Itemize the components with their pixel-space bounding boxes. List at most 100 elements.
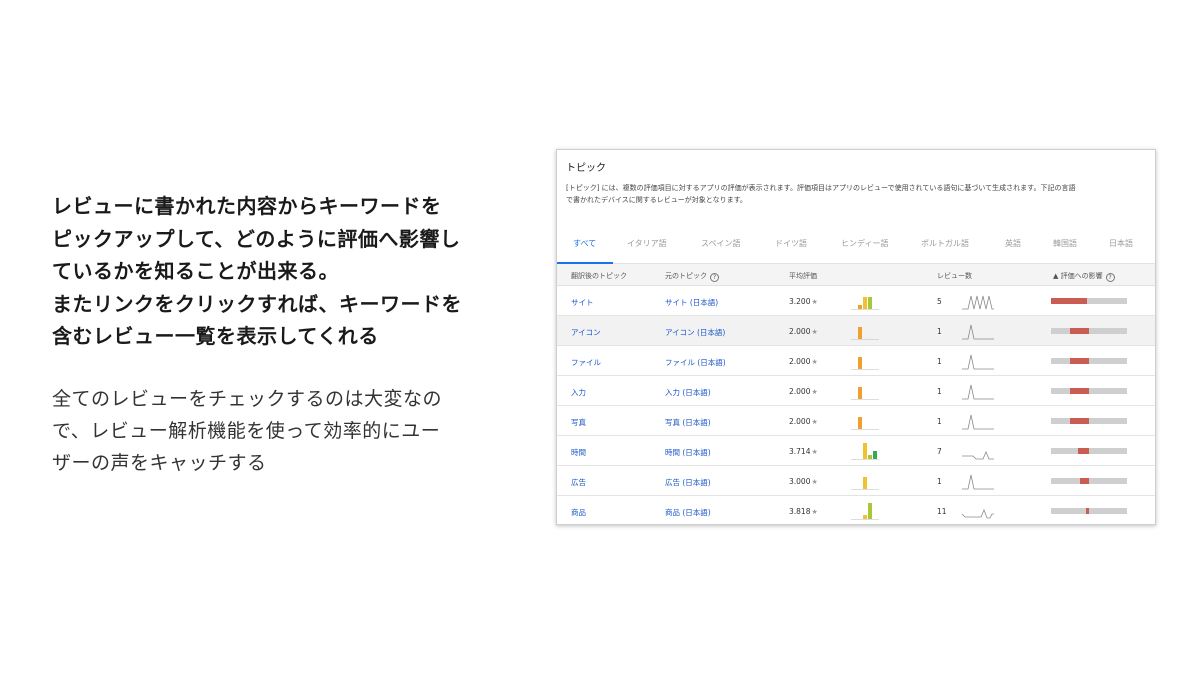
rating-bar bbox=[858, 357, 862, 369]
tab-english[interactable]: 英語 bbox=[1005, 238, 1021, 249]
header-rating-impact[interactable]: ▲ 評価への影響? bbox=[1053, 271, 1115, 282]
headline-line: ピックアップして、どのように評価へ影響し bbox=[52, 226, 461, 251]
rating-impact-fill bbox=[1070, 328, 1089, 334]
review-count: 5 bbox=[937, 297, 942, 306]
rating-impact-bar bbox=[1051, 328, 1127, 334]
table-row: ファイル ファイル (日本語) 2.000★ 1 bbox=[557, 346, 1155, 376]
tab-portuguese[interactable]: ポルトガル語 bbox=[921, 238, 969, 249]
original-topic-link[interactable]: アイコン (日本語) bbox=[665, 327, 725, 338]
translated-topic-link[interactable]: アイコン bbox=[571, 327, 601, 338]
review-trend-sparkline bbox=[962, 450, 994, 460]
tab-all[interactable]: すべて bbox=[573, 238, 596, 249]
review-trend-sparkline bbox=[962, 384, 994, 400]
table-row: 商品 商品 (日本語) 3.818★ 11 bbox=[557, 496, 1155, 524]
tab-german[interactable]: ドイツ語 bbox=[775, 238, 807, 249]
header-original-topic: 元のトピック? bbox=[665, 271, 719, 282]
tab-korean[interactable]: 韓国語 bbox=[1053, 238, 1077, 249]
average-rating: 3.818★ bbox=[789, 507, 818, 516]
translated-topic-link[interactable]: 写真 bbox=[571, 417, 586, 428]
table-row: 写真 写真 (日本語) 2.000★ 1 bbox=[557, 406, 1155, 436]
header-average-rating: 平均評価 bbox=[789, 272, 817, 280]
language-tabs: すべて イタリア語 スペイン語 ドイツ語 ヒンディー語 ポルトガル語 英語 韓国… bbox=[557, 226, 1155, 264]
original-topic-link[interactable]: ファイル (日本語) bbox=[665, 357, 726, 368]
review-count: 1 bbox=[937, 327, 942, 336]
panel-description-line: で書かれたデバイスに関するレビューが対象となります。 bbox=[566, 196, 747, 204]
review-count: 1 bbox=[937, 387, 942, 396]
rating-impact-bar bbox=[1051, 298, 1127, 304]
help-icon[interactable]: ? bbox=[1105, 273, 1115, 282]
rating-impact-bar bbox=[1051, 358, 1127, 364]
original-topic-link[interactable]: 時間 (日本語) bbox=[665, 447, 711, 458]
topic-table-body: サイト サイト (日本語) 3.200★ 5 アイコン アイコン (日本語) 2.000★ 1… bbox=[557, 286, 1155, 524]
average-rating: 2.000★ bbox=[789, 387, 818, 396]
tab-italian[interactable]: イタリア語 bbox=[627, 238, 667, 249]
subtext: 全てのレビューをチェックするのは大変なの で、レビュー解析機能を使って効率的にユ… bbox=[52, 383, 522, 479]
rating-impact-fill bbox=[1051, 298, 1088, 304]
table-row: 入力 入力 (日本語) 2.000★ 1 bbox=[557, 376, 1155, 406]
rating-bar bbox=[873, 451, 877, 459]
tab-hindi[interactable]: ヒンディー語 bbox=[841, 238, 888, 249]
translated-topic-link[interactable]: 広告 bbox=[571, 477, 586, 488]
average-rating-value: 2.000 bbox=[789, 417, 811, 426]
rating-bar bbox=[863, 443, 867, 459]
average-rating-value: 2.000 bbox=[789, 357, 811, 366]
star-icon: ★ bbox=[811, 298, 818, 306]
original-topic-link[interactable]: サイト (日本語) bbox=[665, 297, 718, 308]
subtext-line: で、レビュー解析機能を使って効率的にユー bbox=[52, 419, 441, 442]
rating-bar bbox=[863, 477, 867, 489]
rating-impact-bar bbox=[1051, 448, 1127, 454]
rating-bar bbox=[863, 515, 867, 519]
rating-distribution-chart bbox=[851, 417, 879, 430]
translated-topic-link[interactable]: ファイル bbox=[571, 357, 601, 368]
subtext-line: ザーの声をキャッチする bbox=[52, 451, 267, 474]
rating-impact-bar bbox=[1051, 418, 1127, 424]
review-trend-sparkline bbox=[961, 508, 994, 519]
rating-bar bbox=[858, 417, 862, 429]
table-row: サイト サイト (日本語) 3.200★ 5 bbox=[557, 286, 1155, 316]
rating-distribution-chart bbox=[851, 443, 879, 460]
average-rating-value: 2.000 bbox=[789, 327, 811, 336]
translated-topic-link[interactable]: 時間 bbox=[571, 447, 586, 458]
average-rating-value: 3.000 bbox=[789, 477, 811, 486]
rating-bar bbox=[868, 503, 872, 519]
help-icon[interactable]: ? bbox=[710, 273, 719, 282]
headline-line: またリンクをクリックすれば、キーワードを bbox=[52, 291, 462, 316]
average-rating: 3.000★ bbox=[789, 477, 818, 486]
star-icon: ★ bbox=[811, 388, 818, 396]
table-row: 広告 広告 (日本語) 3.000★ 1 bbox=[557, 466, 1155, 496]
review-trend-sparkline bbox=[962, 295, 994, 310]
original-topic-link[interactable]: 商品 (日本語) bbox=[665, 507, 711, 518]
rating-bar bbox=[863, 297, 867, 309]
translated-topic-link[interactable]: 入力 bbox=[571, 387, 586, 398]
panel-title: トピック bbox=[566, 163, 606, 174]
table-row: 時間 時間 (日本語) 3.714★ 7 bbox=[557, 436, 1155, 466]
review-trend-sparkline bbox=[962, 354, 994, 370]
star-icon: ★ bbox=[811, 328, 818, 336]
review-count: 1 bbox=[937, 357, 942, 366]
original-topic-link[interactable]: 入力 (日本語) bbox=[665, 387, 711, 398]
headline-line: レビューに書かれた内容からキーワードを bbox=[52, 194, 442, 218]
tab-japanese[interactable]: 日本語 bbox=[1109, 238, 1133, 249]
rating-distribution-chart bbox=[851, 327, 879, 340]
rating-bar bbox=[858, 387, 862, 399]
star-icon: ★ bbox=[811, 508, 818, 516]
tab-spanish[interactable]: スペイン語 bbox=[701, 238, 740, 249]
rating-impact-fill bbox=[1079, 478, 1089, 484]
rating-impact-fill bbox=[1070, 418, 1089, 424]
translated-topic-link[interactable]: サイト bbox=[571, 297, 594, 308]
rating-distribution-chart bbox=[851, 503, 879, 520]
rating-impact-fill bbox=[1085, 508, 1089, 514]
review-count: 1 bbox=[937, 417, 942, 426]
average-rating: 3.200★ bbox=[789, 297, 818, 306]
rating-bar bbox=[858, 305, 862, 309]
rating-bar bbox=[858, 327, 862, 339]
table-row: アイコン アイコン (日本語) 2.000★ 1 bbox=[557, 316, 1155, 346]
header-translated-topic: 翻訳後のトピック bbox=[571, 272, 627, 280]
translated-topic-link[interactable]: 商品 bbox=[571, 507, 586, 518]
review-count: 7 bbox=[937, 447, 942, 456]
original-topic-link[interactable]: 広告 (日本語) bbox=[665, 477, 711, 488]
original-topic-link[interactable]: 写真 (日本語) bbox=[665, 417, 711, 428]
review-count: 1 bbox=[937, 477, 942, 486]
average-rating-value: 3.200 bbox=[789, 297, 811, 306]
header-rating-impact-label: ▲ 評価への影響 bbox=[1053, 272, 1103, 280]
